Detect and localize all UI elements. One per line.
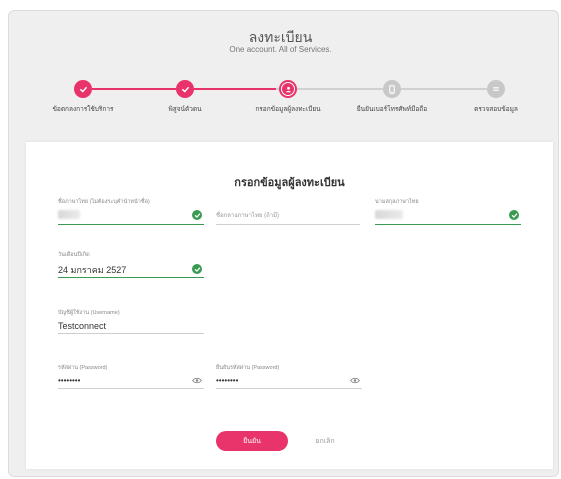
step-4-label: ยืนยันเบอร์โทรศัพท์มือถือ <box>356 106 428 113</box>
password-field[interactable]: รหัสผ่าน (Password) •••••••• <box>58 364 204 390</box>
eye-icon[interactable] <box>350 377 360 384</box>
check-icon <box>194 266 200 272</box>
username-value: Testconnect <box>58 321 107 331</box>
first-name-underline <box>58 224 204 225</box>
step-2-label: พิสูจน์ตัวตน <box>168 106 202 113</box>
password-value: •••••••• <box>58 376 81 385</box>
form-title: กรอกข้อมูลผู้ลงทะเบียน <box>234 177 345 189</box>
confirm-password-value: •••••••• <box>216 376 239 385</box>
birthdate-label: วันเดือนปีเกิด <box>58 252 90 258</box>
first-name-valid-icon <box>192 210 202 220</box>
middle-name-placeholder: ชื่อกลางภาษาไทย (ถ้ามี) <box>216 213 280 219</box>
password-label: รหัสผ่าน (Password) <box>58 365 108 371</box>
step-1-indicator <box>74 80 92 98</box>
confirm-password-label: ยืนยันรหัสผ่าน (Password) <box>216 365 280 371</box>
birthdate-value: 24 มกราคม 2527 <box>58 265 127 275</box>
last-name-redacted <box>375 210 403 219</box>
last-name-underline <box>375 224 521 225</box>
step-1-label: ข้อตกลงการใช้บริการ <box>52 106 114 113</box>
confirm-button[interactable]: ยืนยัน <box>216 431 288 451</box>
last-name-label: นามสกุลภาษาไทย <box>375 199 419 205</box>
cancel-button[interactable]: ยกเลิก <box>305 431 345 451</box>
step-5-label: ตรวจสอบข้อมูล <box>474 106 518 113</box>
birthdate-valid-icon <box>192 264 202 274</box>
last-name-field[interactable]: นามสกุลภาษาไทย <box>375 198 521 226</box>
step-3-indicator <box>279 80 297 98</box>
confirm-password-underline <box>216 388 362 389</box>
form-card <box>26 142 553 469</box>
list-icon <box>493 87 499 91</box>
confirm-password-field[interactable]: ยืนยันรหัสผ่าน (Password) •••••••• <box>216 364 362 390</box>
last-name-valid-icon <box>509 210 519 220</box>
birthdate-field[interactable]: วันเดือนปีเกิด 24 มกราคม 2527 <box>58 251 204 279</box>
phone-icon <box>389 84 395 94</box>
user-icon <box>285 86 291 92</box>
middle-name-field[interactable]: ชื่อกลางภาษาไทย (ถ้ามี) <box>216 198 360 226</box>
step-2-indicator <box>176 80 194 98</box>
username-label: บัญชีผู้ใช้งาน (Username) <box>58 310 120 316</box>
check-icon <box>511 212 517 218</box>
middle-name-underline <box>216 224 360 225</box>
username-underline <box>58 333 204 334</box>
check-icon <box>194 212 200 218</box>
step-3-label: กรอกข้อมูลผู้ลงทะเบียน <box>255 106 321 113</box>
step-5-indicator <box>487 80 505 98</box>
step-4-indicator <box>383 80 401 98</box>
birthdate-underline <box>58 277 204 278</box>
progress-stepper: ข้อตกลงการใช้บริการ พิสูจน์ตัวตน กรอกข้อ… <box>0 0 561 130</box>
first-name-redacted <box>58 210 80 219</box>
password-underline <box>58 388 204 389</box>
check-icon <box>181 86 189 92</box>
username-field[interactable]: บัญชีผู้ใช้งาน (Username) Testconnect <box>58 309 204 335</box>
check-icon <box>79 86 87 92</box>
eye-icon[interactable] <box>192 377 202 384</box>
first-name-label: ชื่อภาษาไทย (ไม่ต้องระบุคำนำหน้าชื่อ) <box>58 199 150 205</box>
first-name-field[interactable]: ชื่อภาษาไทย (ไม่ต้องระบุคำนำหน้าชื่อ) <box>58 198 204 226</box>
